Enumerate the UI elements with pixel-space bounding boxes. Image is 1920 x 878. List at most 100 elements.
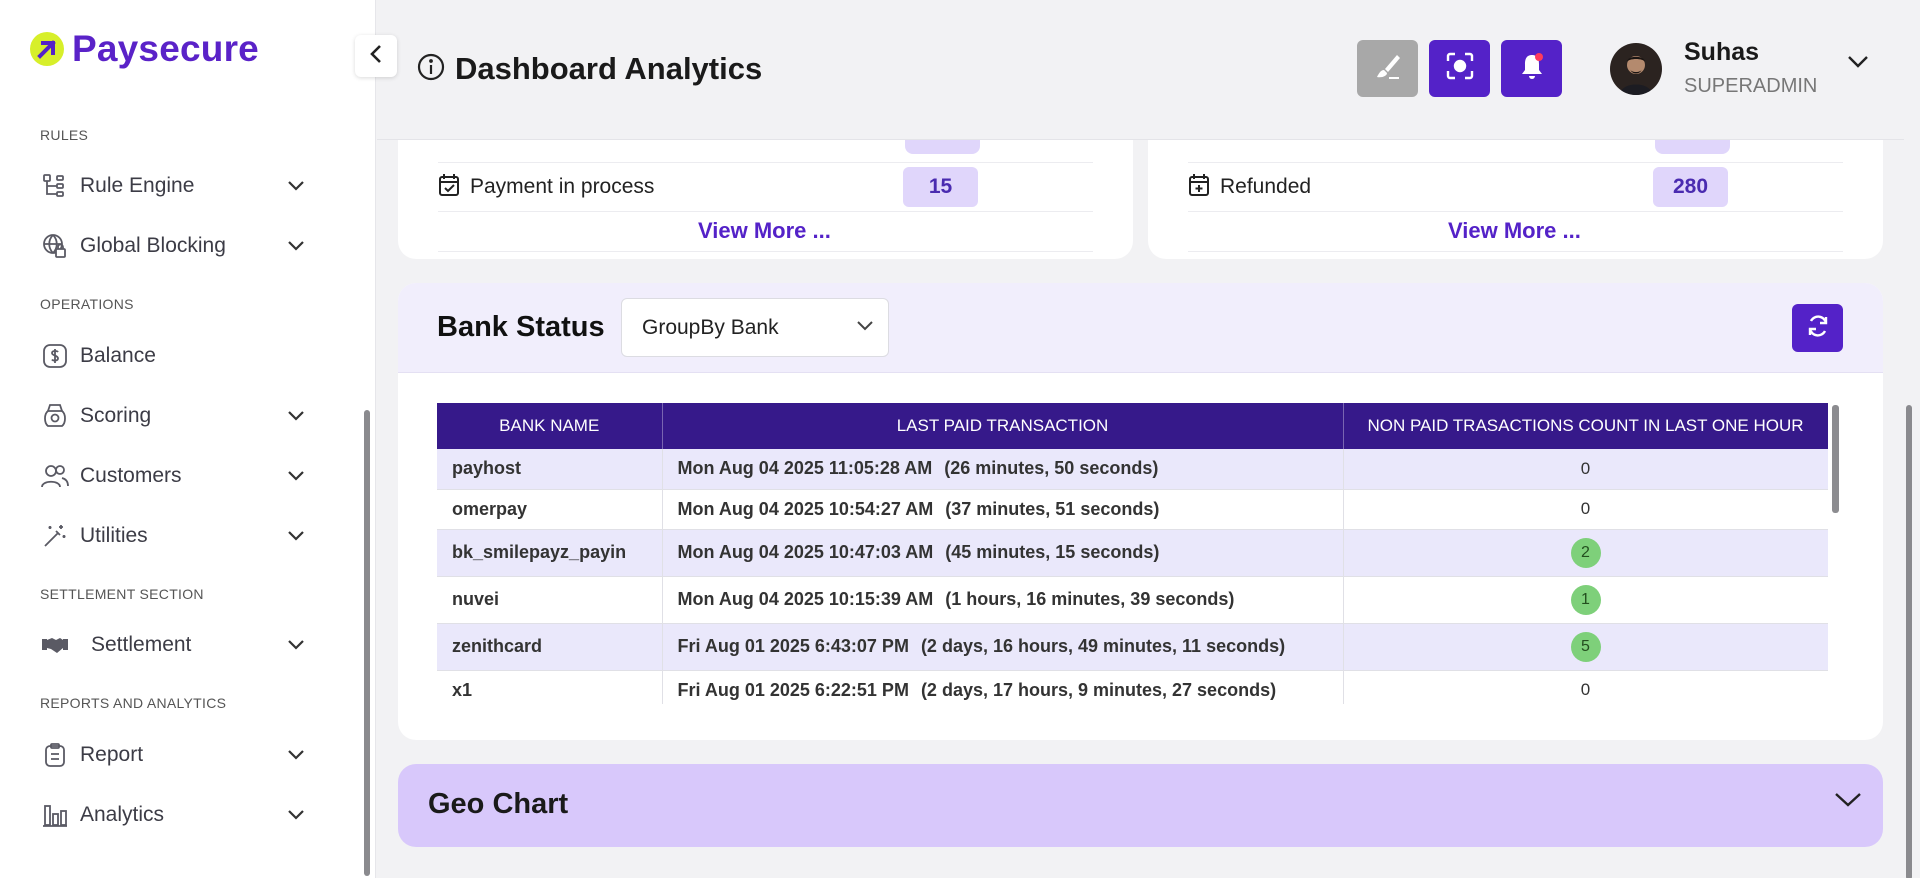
- sidebar-item-global-blocking[interactable]: Global Blocking: [40, 226, 308, 266]
- table-body: payhost Mon Aug 04 2025 11:05:28 AM (26 m…: [437, 449, 1828, 704]
- stat-row-payment-in-process: Payment in process 15: [438, 162, 1093, 212]
- section-rules-label: RULES: [40, 127, 89, 143]
- sidebar-item-label: Balance: [80, 344, 156, 367]
- section-operations-label: OPERATIONS: [40, 296, 134, 312]
- table-row[interactable]: payhost Mon Aug 04 2025 11:05:28 AM (26 m…: [437, 449, 1828, 490]
- geo-chart-accordion[interactable]: Geo Chart: [398, 764, 1883, 847]
- non-paid-count-cell: 0: [1343, 489, 1828, 530]
- sidebar-item-customers[interactable]: Customers: [40, 456, 308, 496]
- notifications-button[interactable]: [1501, 40, 1562, 97]
- sidebar-item-label: Analytics: [80, 803, 165, 826]
- stat-count-badge: 15: [903, 167, 978, 207]
- hidden-count-pill: [1655, 140, 1730, 154]
- sidebar-scrollbar[interactable]: [364, 410, 370, 876]
- bell-icon: [1517, 51, 1547, 86]
- calendar-check-icon: [438, 173, 460, 202]
- main-scrollbar[interactable]: [1906, 405, 1912, 878]
- chevron-down-icon: [284, 633, 308, 657]
- sidebar-item-utilities[interactable]: Utilities: [40, 516, 308, 556]
- chevron-down-icon: [284, 743, 308, 767]
- brand-name: Paysecure: [72, 28, 259, 69]
- handshake-icon: [40, 630, 70, 660]
- view-more-link[interactable]: View More ...: [1448, 218, 1581, 244]
- group-by-select[interactable]: GroupBy Bank: [621, 298, 889, 357]
- page-title: Dashboard Analytics: [455, 51, 763, 86]
- page-title-group: Dashboard Analytics: [417, 51, 762, 87]
- sidebar-item-label: Report: [80, 743, 144, 766]
- geo-chart-title: Geo Chart: [428, 788, 569, 820]
- last-paid-cell: Mon Aug 04 2025 10:15:39 AM (1 hours, 16 …: [662, 576, 1344, 624]
- view-more-link[interactable]: View More ...: [698, 218, 831, 244]
- refresh-icon: [1806, 314, 1830, 343]
- logo-mark-icon: [30, 32, 64, 66]
- last-paid-cell: Mon Aug 04 2025 11:05:28 AM (26 minutes, …: [662, 449, 1344, 490]
- rule-engine-icon: [40, 171, 70, 201]
- bank-status-title: Bank Status: [437, 311, 605, 343]
- sidebar-item-label: Global Blocking: [80, 234, 226, 257]
- table-header-row: BANK NAME LAST PAID TRANSACTION NON PAID…: [437, 403, 1828, 449]
- chevron-down-icon: [284, 174, 308, 198]
- table-row[interactable]: nuvei Mon Aug 04 2025 10:15:39 AM (1 hour…: [437, 576, 1828, 624]
- stat-count-badge: 280: [1653, 167, 1728, 207]
- last-paid-elapsed: (45 minutes, 15 seconds): [945, 542, 1160, 562]
- screenshot-button[interactable]: [1429, 40, 1490, 97]
- column-header-last-paid[interactable]: LAST PAID TRANSACTION: [662, 403, 1344, 449]
- sidebar-item-rule-engine[interactable]: Rule Engine: [40, 166, 308, 206]
- sidebar-item-label: Settlement: [91, 633, 192, 656]
- scan-icon: [1445, 51, 1475, 86]
- chevron-down-icon: [284, 803, 308, 827]
- global-blocking-icon: [40, 231, 70, 261]
- bank-name-cell: payhost: [437, 449, 663, 490]
- info-icon[interactable]: [417, 53, 445, 86]
- last-paid-cell: Fri Aug 01 2025 6:22:51 PM (2 days, 17 ho…: [662, 670, 1344, 704]
- non-paid-count-cell: 0: [1343, 670, 1828, 704]
- bank-name-cell: zenithcard: [437, 623, 663, 671]
- column-header-non-paid-count[interactable]: NON PAID TRASACTIONS COUNT IN LAST ONE H…: [1343, 403, 1828, 449]
- table-row[interactable]: x1 Fri Aug 01 2025 6:22:51 PM (2 days, 17…: [437, 670, 1828, 704]
- non-paid-count-cell: 0: [1343, 449, 1828, 490]
- refresh-button[interactable]: [1792, 304, 1843, 352]
- count-badge: 2: [1570, 537, 1601, 568]
- stat-row-refunded: Refunded 280: [1188, 162, 1843, 212]
- bank-name-cell: nuvei: [437, 576, 663, 624]
- magic-wand-icon: [40, 521, 70, 551]
- theme-brush-button[interactable]: [1357, 40, 1418, 97]
- sidebar-item-report[interactable]: Report: [40, 735, 308, 775]
- section-settlement-label: SETTLEMENT SECTION: [40, 586, 204, 602]
- section-reports-label: REPORTS AND ANALYTICS: [40, 695, 227, 711]
- stat-label: Refunded: [1220, 175, 1312, 198]
- last-paid-cell: Fri Aug 01 2025 6:43:07 PM (2 days, 16 ho…: [662, 623, 1344, 671]
- last-paid-datetime: Mon Aug 04 2025 11:05:28 AM: [677, 458, 933, 479]
- divider: [438, 251, 1093, 252]
- bank-status-table-container[interactable]: BANK NAME LAST PAID TRANSACTION NON PAID…: [437, 403, 1828, 704]
- last-paid-datetime: Fri Aug 01 2025 6:22:51 PM: [677, 679, 909, 700]
- sidebar-item-analytics[interactable]: Analytics: [40, 795, 308, 835]
- sidebar-item-settlement[interactable]: Settlement: [40, 625, 308, 665]
- table-row[interactable]: omerpay Mon Aug 04 2025 10:54:27 AM (37 m…: [437, 489, 1828, 530]
- calendar-plus-icon: [1188, 173, 1210, 202]
- brand-logo[interactable]: Paysecure: [30, 28, 259, 70]
- table-scrollbar[interactable]: [1832, 405, 1839, 513]
- table-row[interactable]: zenithcard Fri Aug 01 2025 6:43:07 PM (2 …: [437, 623, 1828, 671]
- user-role: SUPERADMIN: [1684, 75, 1818, 97]
- collapse-sidebar-button[interactable]: [355, 35, 397, 77]
- chevron-down-icon: [284, 234, 308, 258]
- user-menu-chevron-icon[interactable]: [1847, 55, 1869, 74]
- chevron-down-icon: [1834, 792, 1862, 813]
- sidebar-item-label: Utilities: [80, 524, 148, 547]
- chevron-left-icon: [369, 44, 383, 69]
- table-row[interactable]: bk_smilepayz_payin Mon Aug 04 2025 10:47…: [437, 529, 1828, 577]
- avatar[interactable]: [1610, 43, 1662, 95]
- sidebar-item-scoring[interactable]: Scoring: [40, 396, 308, 436]
- group-by-value: GroupBy Bank: [642, 315, 779, 339]
- column-header-bank-name[interactable]: BANK NAME: [437, 403, 663, 449]
- last-paid-cell: Mon Aug 04 2025 10:54:27 AM (37 minutes, …: [662, 489, 1344, 530]
- brush-icon: [1373, 51, 1403, 86]
- bank-name-cell: bk_smilepayz_payin: [437, 529, 663, 577]
- last-paid-elapsed: (37 minutes, 51 seconds): [945, 498, 1160, 519]
- sidebar-item-label: Customers: [80, 464, 182, 487]
- bank-status-table: BANK NAME LAST PAID TRANSACTION NON PAID…: [437, 403, 1828, 704]
- last-paid-datetime: Fri Aug 01 2025 6:43:07 PM: [677, 636, 909, 656]
- bank-name-cell: omerpay: [437, 489, 663, 530]
- sidebar-item-balance[interactable]: Balance: [40, 336, 308, 376]
